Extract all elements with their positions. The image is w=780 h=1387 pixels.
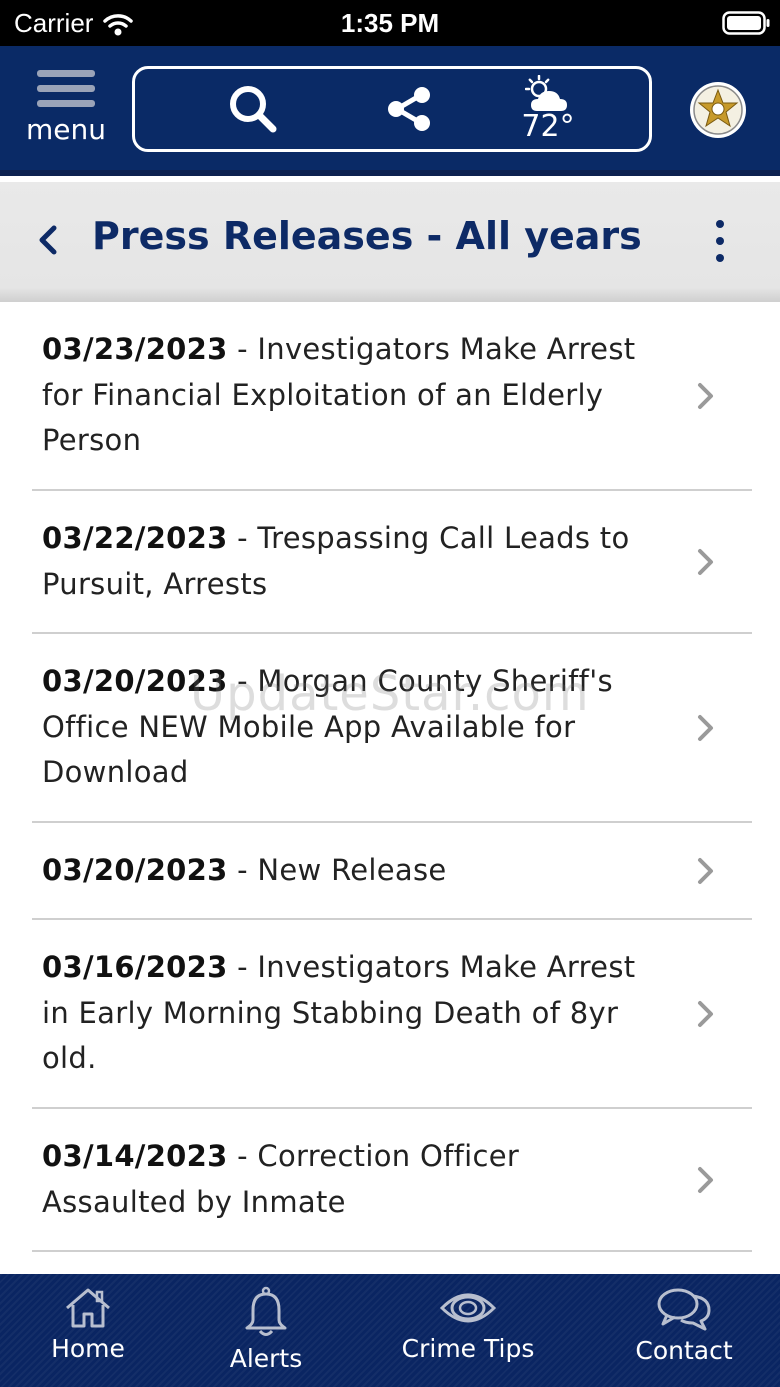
search-icon	[230, 86, 277, 133]
list-item-text: 03/16/2023 - Investigators Make Arrest i…	[32, 945, 652, 1082]
nav-contact[interactable]: Contact	[628, 1274, 740, 1387]
nav-crime-tips[interactable]: Crime Tips	[396, 1274, 540, 1387]
list-item-text: 03/20/2023 - Morgan County Sheriff's Off…	[32, 659, 652, 796]
share-icon	[388, 87, 430, 131]
nav-home[interactable]: Home	[40, 1274, 136, 1387]
release-date: 03/16/2023	[42, 950, 228, 985]
bottom-nav: Home Alerts Crime Tips Contact	[0, 1274, 780, 1387]
release-date: 03/23/2023	[42, 332, 228, 367]
sheriff-badge-icon	[693, 85, 743, 135]
release-date: 03/20/2023	[42, 852, 228, 887]
sheriff-badge-button[interactable]	[690, 82, 746, 138]
nav-alerts-label: Alerts	[229, 1344, 303, 1373]
menu-button[interactable]: menu	[20, 70, 112, 156]
toolbar: 72°	[132, 66, 652, 152]
list-item[interactable]: 03/20/2023 - Morgan County Sheriff's Off…	[32, 634, 752, 823]
list-item-text: 03/23/2023 - Investigators Make Arrest f…	[32, 327, 652, 464]
chat-bubbles-icon	[657, 1288, 711, 1331]
status-bar: Carrier 1:35 PM	[0, 0, 780, 46]
menu-label: menu	[26, 113, 106, 146]
nav-home-label: Home	[51, 1334, 125, 1363]
eye-icon	[439, 1293, 497, 1323]
nav-crime-tips-label: Crime Tips	[401, 1334, 535, 1363]
list-item[interactable]: 03/14/2023 - Correction Officer Assaulte…	[32, 1109, 752, 1252]
chevron-right-icon	[698, 382, 713, 409]
list-item-text: 03/20/2023 - New Release	[32, 848, 652, 894]
title-bar: Press Releases - All years	[0, 182, 780, 302]
dot	[716, 237, 724, 245]
chevron-right-icon	[698, 1000, 713, 1027]
dot	[716, 254, 724, 262]
press-release-list: 03/23/2023 - Investigators Make Arrest f…	[0, 302, 780, 1252]
chevron-right-icon	[698, 714, 713, 741]
list-item[interactable]: 03/23/2023 - Investigators Make Arrest f…	[32, 302, 752, 491]
chevron-left-icon	[39, 225, 57, 255]
list-item[interactable]: 03/22/2023 - Trespassing Call Leads to P…	[32, 491, 752, 634]
back-button[interactable]	[34, 220, 64, 260]
release-date: 03/20/2023	[42, 664, 228, 699]
list-item[interactable]: 03/20/2023 - New Release	[32, 823, 752, 920]
chevron-right-icon	[698, 857, 713, 884]
nav-alerts[interactable]: Alerts	[218, 1274, 314, 1387]
release-date: 03/14/2023	[42, 1139, 228, 1173]
chevron-right-icon	[698, 1166, 713, 1193]
hamburger-icon	[37, 70, 95, 107]
release-title: - New Release	[227, 852, 447, 887]
nav-contact-label: Contact	[635, 1336, 733, 1365]
list-item-text: 03/14/2023 - Correction Officer Assaulte…	[32, 1134, 652, 1225]
wifi-icon	[103, 13, 134, 35]
battery-icon	[722, 11, 770, 35]
carrier-indicator: Carrier	[14, 8, 134, 39]
share-button[interactable]	[369, 69, 449, 149]
carrier-label: Carrier	[14, 8, 94, 38]
bell-icon	[245, 1286, 287, 1336]
more-options-button[interactable]	[708, 220, 732, 262]
app-header: menu 72°	[0, 46, 780, 176]
home-icon	[66, 1288, 110, 1328]
weather-temperature: 72°	[521, 108, 575, 144]
page-title: Press Releases - All years	[92, 214, 642, 258]
list-item[interactable]: 03/16/2023 - Investigators Make Arrest i…	[32, 920, 752, 1109]
list-item-text: 03/22/2023 - Trespassing Call Leads to P…	[32, 516, 652, 607]
chevron-right-icon	[698, 548, 713, 575]
search-button[interactable]	[213, 69, 293, 149]
dot	[716, 220, 724, 228]
release-date: 03/22/2023	[42, 521, 228, 555]
weather-button[interactable]: 72°	[503, 69, 593, 149]
